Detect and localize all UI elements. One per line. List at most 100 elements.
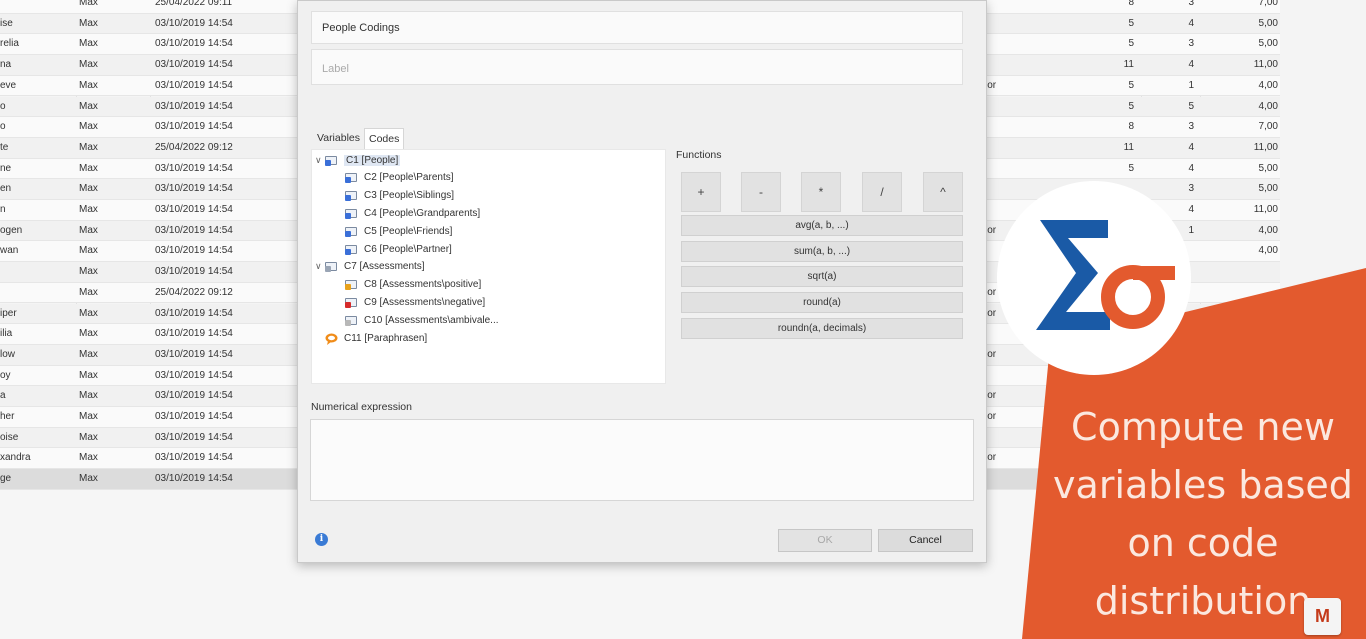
code-tree[interactable]: ∨ C1 [People] C2 [People\Parents] C3 [Peopl…: [311, 149, 666, 384]
name-field-value: People Codings: [322, 22, 400, 34]
code-icon: [345, 172, 359, 184]
tree-node[interactable]: C3 [People\Siblings]: [345, 188, 454, 204]
table-cell-date: 03/10/2019 14:54: [155, 411, 233, 422]
table-cell-n2: 4: [1188, 162, 1194, 174]
tree-node[interactable]: C10 [Assessments\ambivale...: [345, 312, 499, 328]
table-cell-user: Max: [79, 328, 98, 340]
table-cell-name: ge: [0, 473, 12, 485]
table-cell-n1: 5: [1128, 79, 1134, 91]
cancel-button[interactable]: Cancel: [878, 529, 973, 552]
table-cell-n1: 8: [1128, 0, 1134, 8]
name-field[interactable]: People Codings: [311, 11, 963, 44]
table-cell-n3: 4,00: [1258, 224, 1278, 236]
tree-node-label: C5 [People\Friends]: [364, 225, 453, 237]
avg-function-button[interactable]: avg(a, b, ...): [681, 215, 963, 236]
tree-node[interactable]: ∨ C7 [Assessments]: [315, 259, 425, 275]
table-cell-user: Max: [79, 245, 98, 257]
tree-node-label: C7 [Assessments]: [344, 261, 425, 273]
table-cell-name: xandra: [0, 452, 31, 464]
table-cell-name: o: [0, 121, 6, 133]
table-cell-date: 25/04/2022 09:12: [155, 286, 233, 298]
code-icon: [345, 297, 359, 308]
table-cell-user: Max: [79, 121, 98, 133]
sqrt-function-button[interactable]: sqrt(a): [681, 266, 963, 287]
table-cell-user: Max: [79, 431, 98, 443]
table-cell-user: Max: [79, 473, 98, 485]
table-cell-user: Max: [79, 59, 98, 71]
table-cell-n3: 11,00: [1253, 204, 1278, 215]
code-icon: [345, 226, 359, 237]
multiply-operator-button[interactable]: *: [801, 172, 841, 212]
tab-bar: Variables Codes: [313, 128, 405, 150]
table-cell-user: Max: [79, 79, 98, 91]
info-icon[interactable]: i: [315, 533, 328, 546]
table-cell-n3: 4,00: [1258, 79, 1278, 91]
table-cell-name: wan: [0, 245, 19, 257]
ok-button[interactable]: OK: [778, 529, 872, 552]
table-cell-n2: 5: [1188, 100, 1194, 112]
brand-badge: M: [1304, 598, 1341, 635]
tree-node[interactable]: C6 [People\Partner]: [345, 241, 452, 257]
table-cell-user: Max: [79, 100, 98, 112]
table-cell-date: 03/10/2019 14:54: [155, 204, 233, 215]
numerical-expression-label: Numerical expression: [311, 401, 412, 413]
table-cell-n3: 5,00: [1258, 38, 1278, 50]
table-cell-name: iper: [0, 307, 17, 319]
table-cell-user: Max: [79, 369, 98, 381]
table-cell-date: 03/10/2019 14:54: [155, 183, 233, 195]
power-operator-button[interactable]: ^: [923, 172, 963, 212]
tree-node[interactable]: C9 [Assessments\negative]: [345, 294, 485, 310]
table-cell-user: Max: [79, 183, 98, 195]
label-field[interactable]: Label: [311, 49, 963, 85]
table-cell-name: te: [0, 141, 9, 153]
table-cell-name: en: [0, 183, 12, 195]
table-cell-n1: 11: [1123, 141, 1134, 153]
table-cell-name: eve: [0, 79, 17, 91]
table-cell-name: ogen: [0, 224, 23, 236]
expand-arrow-icon[interactable]: ∨: [315, 261, 325, 272]
speech-bubble-icon: [325, 333, 339, 345]
table-cell-user: Max: [79, 286, 98, 298]
table-cell-name: oy: [0, 369, 11, 381]
roundn-function-button[interactable]: roundn(a, decimals): [681, 318, 963, 339]
code-icon: [325, 155, 339, 166]
promo-caption: Compute new variables based on code dist…: [1045, 398, 1361, 630]
round-function-button[interactable]: round(a): [681, 292, 963, 313]
table-cell-date: 03/10/2019 14:54: [155, 431, 233, 443]
table-cell-user: Max: [79, 348, 98, 360]
code-icon: [325, 261, 339, 273]
code-icon: [345, 315, 359, 326]
table-cell-date: 03/10/2019 14:54: [155, 307, 233, 319]
numerical-expression-input[interactable]: [310, 419, 974, 501]
table-cell-name: ise: [0, 17, 13, 29]
tree-node[interactable]: C5 [People\Friends]: [345, 223, 452, 239]
expand-arrow-icon[interactable]: ∨: [315, 155, 325, 166]
minus-operator-button[interactable]: -: [741, 172, 781, 212]
table-cell-name: ilia: [0, 328, 13, 340]
table-cell-n2: 3: [1188, 0, 1194, 8]
table-cell-date: 03/10/2019 14:54: [155, 100, 233, 112]
table-cell-n1: 5: [1128, 17, 1134, 29]
plus-operator-button[interactable]: +: [681, 172, 721, 212]
sum-function-button[interactable]: sum(a, b, ...): [681, 241, 963, 262]
tab-variables[interactable]: Variables: [313, 128, 364, 150]
tab-codes[interactable]: Codes: [364, 128, 405, 150]
tree-node[interactable]: ∨ C1 [People]: [315, 152, 401, 168]
divide-operator-button[interactable]: /: [862, 172, 902, 212]
tree-node[interactable]: C4 [People\Grandparents]: [345, 205, 480, 221]
label-field-placeholder: Label: [322, 63, 349, 75]
table-cell-user: Max: [79, 141, 98, 153]
promo-line: Compute new: [1071, 405, 1335, 449]
tree-node[interactable]: C2 [People\Parents]: [345, 170, 454, 186]
table-cell-user: Max: [79, 452, 98, 464]
table-cell-name: o: [0, 100, 6, 112]
table-cell-date: 03/10/2019 14:54: [155, 348, 233, 360]
tree-node[interactable]: C11 [Paraphrasen]: [315, 330, 427, 346]
code-icon: [345, 190, 359, 202]
table-cell-name: a: [0, 390, 6, 402]
table-cell-user: Max: [79, 307, 98, 319]
table-cell-n2: 4: [1188, 204, 1194, 215]
tree-node[interactable]: C8 [Assessments\positive]: [345, 277, 481, 293]
table-cell-date: 03/10/2019 14:54: [155, 38, 233, 50]
table-cell-date: 03/10/2019 14:54: [155, 17, 233, 29]
